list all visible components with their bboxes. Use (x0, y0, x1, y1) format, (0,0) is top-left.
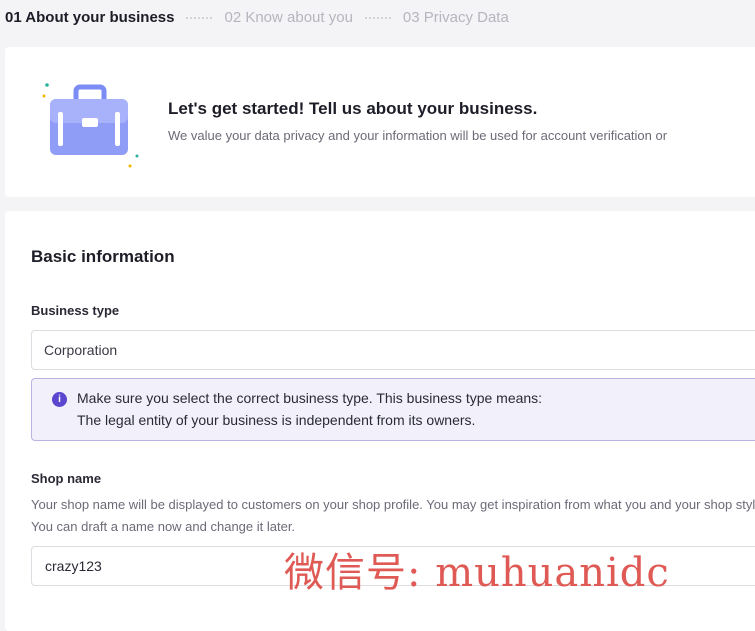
shop-name-label: Shop name (31, 471, 102, 486)
business-type-label: Business type (31, 303, 120, 318)
business-type-notice: i Make sure you select the correct busin… (31, 378, 755, 441)
business-type-select[interactable]: Corporation (31, 330, 755, 370)
step-privacy-data[interactable]: 03 Privacy Data (403, 9, 509, 26)
progress-stepper: 01 About your business 02 Know about you… (0, 0, 755, 34)
intro-subtitle: We value your data privacy and your info… (168, 128, 668, 143)
info-icon: i (52, 392, 67, 407)
step-connector (364, 17, 391, 19)
intro-title: Let's get started! Tell us about your bu… (168, 99, 538, 118)
step-connector (186, 17, 213, 19)
notice-text-line1: Make sure you select the correct busines… (77, 390, 543, 406)
watermark-text: 微信号: muhuanidc (284, 550, 670, 596)
step-know-about-you[interactable]: 02 Know about you (224, 9, 352, 26)
intro-card: Let's get started! Tell us about your bu… (5, 47, 755, 197)
shop-name-help: Your shop name will be displayed to cust… (31, 497, 755, 534)
briefcase-icon (40, 80, 140, 170)
notice-text-line2: The legal entity of your business is ind… (77, 412, 476, 428)
step-about-business[interactable]: 01 About your business (5, 9, 174, 26)
section-title: Basic information (31, 247, 175, 266)
